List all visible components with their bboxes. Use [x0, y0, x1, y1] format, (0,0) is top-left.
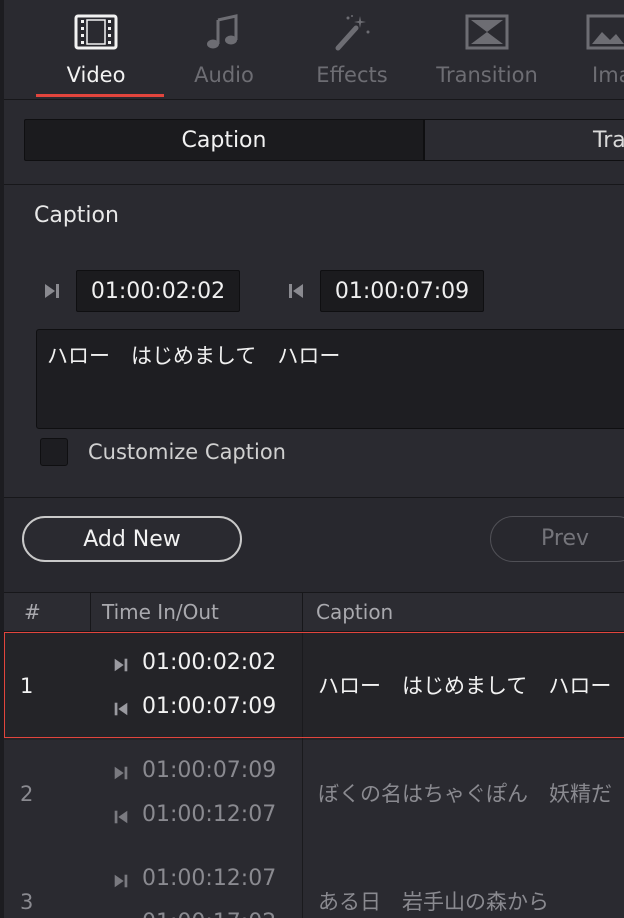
- active-tab-indicator: [36, 94, 164, 97]
- column-header-caption[interactable]: Caption: [316, 593, 393, 631]
- column-divider: [302, 593, 303, 631]
- add-new-button[interactable]: Add New: [22, 516, 242, 562]
- magic-wand-icon: [335, 15, 370, 51]
- column-divider: [302, 632, 303, 740]
- column-header-time[interactable]: Time In/Out: [102, 593, 219, 631]
- inspector-panel: Video Audio Effects Transition Im Captio…: [0, 0, 624, 918]
- segment-caption[interactable]: Caption: [24, 119, 424, 161]
- inspector-tab-bar: Video Audio Effects Transition Im: [4, 0, 624, 100]
- row-time-out: 01:00:17:02: [142, 910, 276, 918]
- mark-out-icon: [289, 284, 303, 298]
- mark-out-icon: [114, 702, 128, 716]
- transition-icon: [465, 14, 509, 50]
- row-caption: ぼくの名はちゃぐぽん 妖精だ: [318, 782, 612, 806]
- tab-transition[interactable]: Transition: [416, 0, 558, 99]
- tab-effects[interactable]: Effects: [288, 0, 416, 99]
- column-divider: [302, 740, 303, 848]
- time-out-field[interactable]: 01:00:07:09: [320, 270, 484, 312]
- row-caption: ハロー はじめまして ハロー: [318, 674, 612, 698]
- row-caption: ある日 岩手山の森から: [318, 890, 549, 914]
- music-note-icon: [207, 14, 238, 49]
- caption-section-title: Caption: [34, 203, 119, 228]
- customize-caption-checkbox[interactable]: [40, 438, 68, 466]
- column-divider: [90, 593, 91, 631]
- row-time-in: 01:00:02:02: [142, 650, 277, 675]
- tab-effects-label: Effects: [316, 63, 388, 87]
- prev-button[interactable]: Prev: [490, 516, 624, 562]
- mark-out-icon: [114, 810, 128, 824]
- row-number: 2: [20, 782, 34, 806]
- caption-table-header: # Time In/Out Caption: [4, 593, 624, 632]
- image-icon: [586, 14, 624, 50]
- segment-track[interactable]: Tra: [424, 119, 624, 161]
- column-divider: [302, 848, 303, 918]
- tab-video-label: Video: [66, 63, 126, 87]
- mark-in-icon: [45, 284, 59, 298]
- tab-transition-label: Transition: [436, 63, 538, 87]
- mark-in-icon: [114, 766, 128, 780]
- caption-track-switch: Caption Tra: [4, 100, 624, 185]
- tab-image[interactable]: Ima: [568, 0, 624, 99]
- row-time-out: 01:00:12:07: [142, 802, 277, 827]
- table-row[interactable]: 1 01:00:02:02 01:00:07:09 ハロー はじめまして ハロー: [4, 632, 624, 741]
- customize-caption-label: Customize Caption: [88, 440, 286, 464]
- tab-audio[interactable]: Audio: [160, 0, 288, 99]
- tab-image-label: Ima: [592, 63, 624, 87]
- column-header-number[interactable]: #: [24, 593, 41, 631]
- caption-actions: Add New Prev: [4, 498, 624, 593]
- caption-editor-panel: Caption 01:00:02:02 01:00:07:09 ハロー はじめま…: [4, 185, 624, 498]
- row-time-in: 01:00:07:09: [142, 758, 277, 783]
- row-number: 1: [20, 674, 34, 698]
- time-in-field[interactable]: 01:00:02:02: [76, 270, 240, 312]
- row-time-in: 01:00:12:07: [142, 866, 277, 891]
- row-time-out: 01:00:07:09: [142, 694, 277, 719]
- tab-video[interactable]: Video: [32, 0, 160, 99]
- tab-audio-label: Audio: [194, 63, 254, 87]
- mark-in-icon: [114, 874, 128, 888]
- caption-text-input[interactable]: ハロー はじめまして ハロー: [36, 329, 624, 429]
- film-icon: [74, 14, 118, 50]
- table-row[interactable]: 2 01:00:07:09 01:00:12:07 ぼくの名はちゃぐぽん 妖精だ: [4, 740, 624, 849]
- row-number: 3: [20, 890, 34, 914]
- mark-in-icon: [114, 658, 128, 672]
- table-row[interactable]: 3 01:00:12:07 01:00:17:02 ある日 岩手山の森から: [4, 848, 624, 918]
